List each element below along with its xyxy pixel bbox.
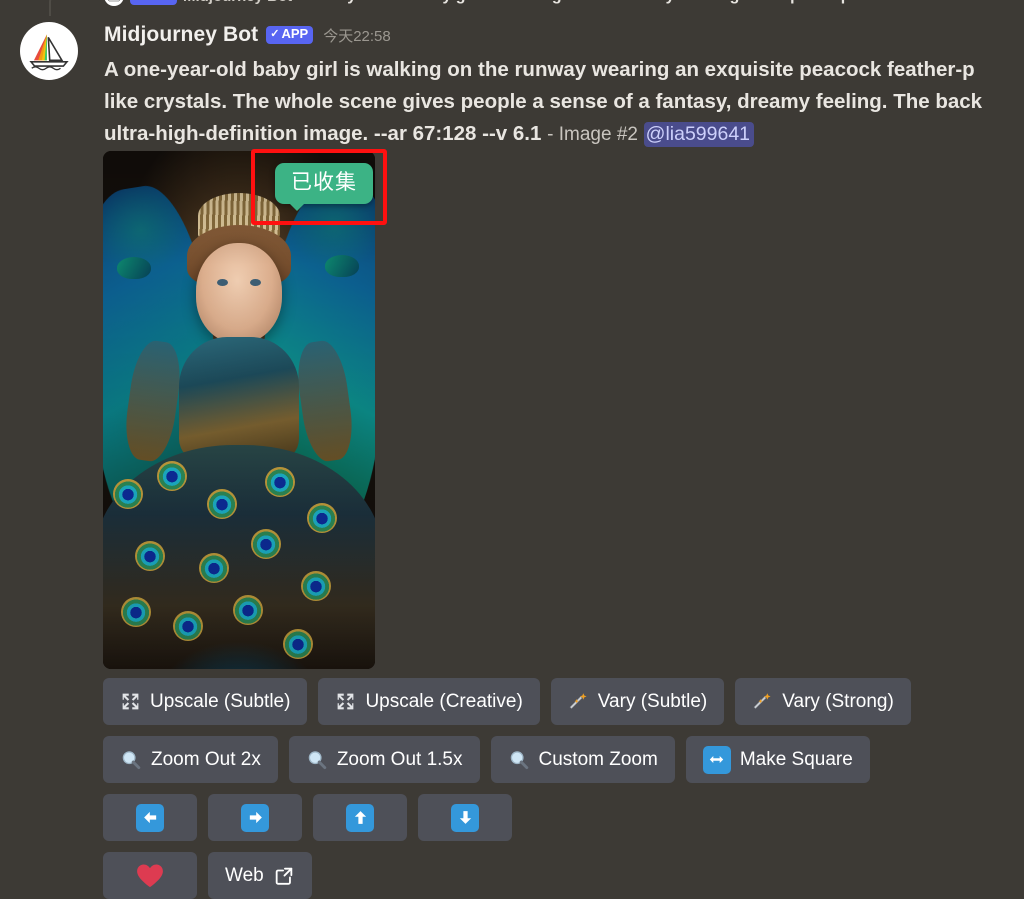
app-badge-label: APP bbox=[145, 0, 172, 3]
external-link-icon bbox=[273, 865, 295, 887]
message-line: A one-year-old baby girl is walking on t… bbox=[104, 58, 975, 81]
upscale-creative-button[interactable]: Upscale (Creative) bbox=[318, 678, 540, 725]
button-label: Upscale (Subtle) bbox=[150, 690, 291, 712]
wand-icon bbox=[752, 691, 773, 712]
previous-message-text: A one-year-old baby girl is walking on t… bbox=[298, 0, 868, 5]
button-label: Upscale (Creative) bbox=[365, 690, 523, 712]
zoom-out-2x-button[interactable]: Zoom Out 2x bbox=[103, 736, 278, 783]
avatar[interactable] bbox=[20, 22, 78, 80]
button-label: Zoom Out 2x bbox=[151, 748, 261, 770]
avatar bbox=[104, 0, 124, 6]
user-mention[interactable]: @lia599641 bbox=[643, 122, 755, 147]
favorite-button[interactable] bbox=[103, 852, 197, 899]
button-label: Make Square bbox=[739, 748, 853, 770]
button-label: Web bbox=[225, 864, 264, 886]
verified-check-icon: ✓ bbox=[134, 0, 143, 2]
wand-icon bbox=[568, 691, 589, 712]
pan-right-button[interactable] bbox=[208, 794, 302, 841]
verified-check-icon: ✓ bbox=[270, 28, 280, 41]
message-line-last: ultra-high-definition image. --ar 67:128… bbox=[104, 118, 1024, 151]
message-line: like crystals. The whole scene gives peo… bbox=[104, 90, 983, 113]
collected-toast-label: 已收集 bbox=[291, 171, 357, 194]
attachment-image[interactable] bbox=[103, 151, 375, 669]
arrow-down-icon bbox=[451, 803, 479, 832]
button-label: Vary (Subtle) bbox=[597, 690, 708, 712]
action-buttons: Upscale (Subtle) Upscale (Creative) Vary… bbox=[103, 678, 911, 899]
pan-left-button[interactable] bbox=[103, 794, 197, 841]
pan-down-button[interactable] bbox=[418, 794, 512, 841]
reply-spine bbox=[49, 0, 105, 16]
custom-zoom-button[interactable]: Custom Zoom bbox=[490, 736, 675, 783]
arrow-right-icon bbox=[241, 803, 269, 832]
action-row-1: Upscale (Subtle) Upscale (Creative) Vary… bbox=[103, 678, 911, 725]
discord-message-view: ✓APP Midjourney Bot A one-year-old baby … bbox=[0, 0, 1024, 899]
zoom-out-1-5x-button[interactable]: Zoom Out 1.5x bbox=[288, 736, 480, 783]
action-row-2: Zoom Out 2x Zoom Out 1.5x Custom Zoom Ma… bbox=[103, 736, 911, 783]
pan-up-button[interactable] bbox=[313, 794, 407, 841]
message-body: A one-year-old baby girl is walking on t… bbox=[104, 54, 1024, 151]
make-square-button[interactable]: Make Square bbox=[685, 736, 870, 783]
magnifier-icon bbox=[120, 749, 142, 771]
expand-icon bbox=[120, 691, 141, 712]
app-badge: ✓APP bbox=[130, 0, 177, 5]
author-name[interactable]: Midjourney Bot bbox=[104, 23, 258, 47]
message-header: Midjourney Bot ✓ APP 今天22:58 bbox=[104, 23, 391, 47]
app-badge-label: APP bbox=[281, 26, 309, 42]
expand-icon bbox=[335, 691, 356, 712]
app-badge: ✓APP bbox=[266, 26, 314, 44]
arrow-left-icon bbox=[136, 803, 164, 832]
magnifier-icon bbox=[508, 749, 530, 771]
magnifier-icon bbox=[306, 749, 328, 771]
image-index-label: - Image #2 bbox=[547, 124, 638, 145]
action-row-4: Web bbox=[103, 852, 911, 899]
generated-artwork bbox=[103, 151, 375, 669]
vary-subtle-button[interactable]: Vary (Subtle) bbox=[550, 678, 725, 725]
vary-strong-button[interactable]: Vary (Strong) bbox=[735, 678, 911, 725]
arrow-up-icon bbox=[346, 803, 374, 832]
action-row-3 bbox=[103, 794, 911, 841]
button-label: Custom Zoom bbox=[538, 748, 658, 770]
previous-message-author: Midjourney Bot bbox=[183, 0, 292, 5]
message-timestamp: 今天22:58 bbox=[323, 27, 391, 45]
collected-toast: 已收集 bbox=[275, 163, 373, 211]
web-button[interactable]: Web bbox=[208, 852, 312, 899]
upscale-subtle-button[interactable]: Upscale (Subtle) bbox=[103, 678, 308, 725]
previous-message[interactable]: ✓APP Midjourney Bot A one-year-old baby … bbox=[104, 0, 1024, 6]
message-prompt-tail: ultra-high-definition image. --ar 67:128… bbox=[104, 122, 542, 145]
button-label: Zoom Out 1.5x bbox=[336, 748, 463, 770]
button-label: Vary (Strong) bbox=[782, 690, 894, 712]
heart-icon bbox=[135, 862, 165, 889]
left-right-arrow-icon bbox=[702, 745, 731, 774]
